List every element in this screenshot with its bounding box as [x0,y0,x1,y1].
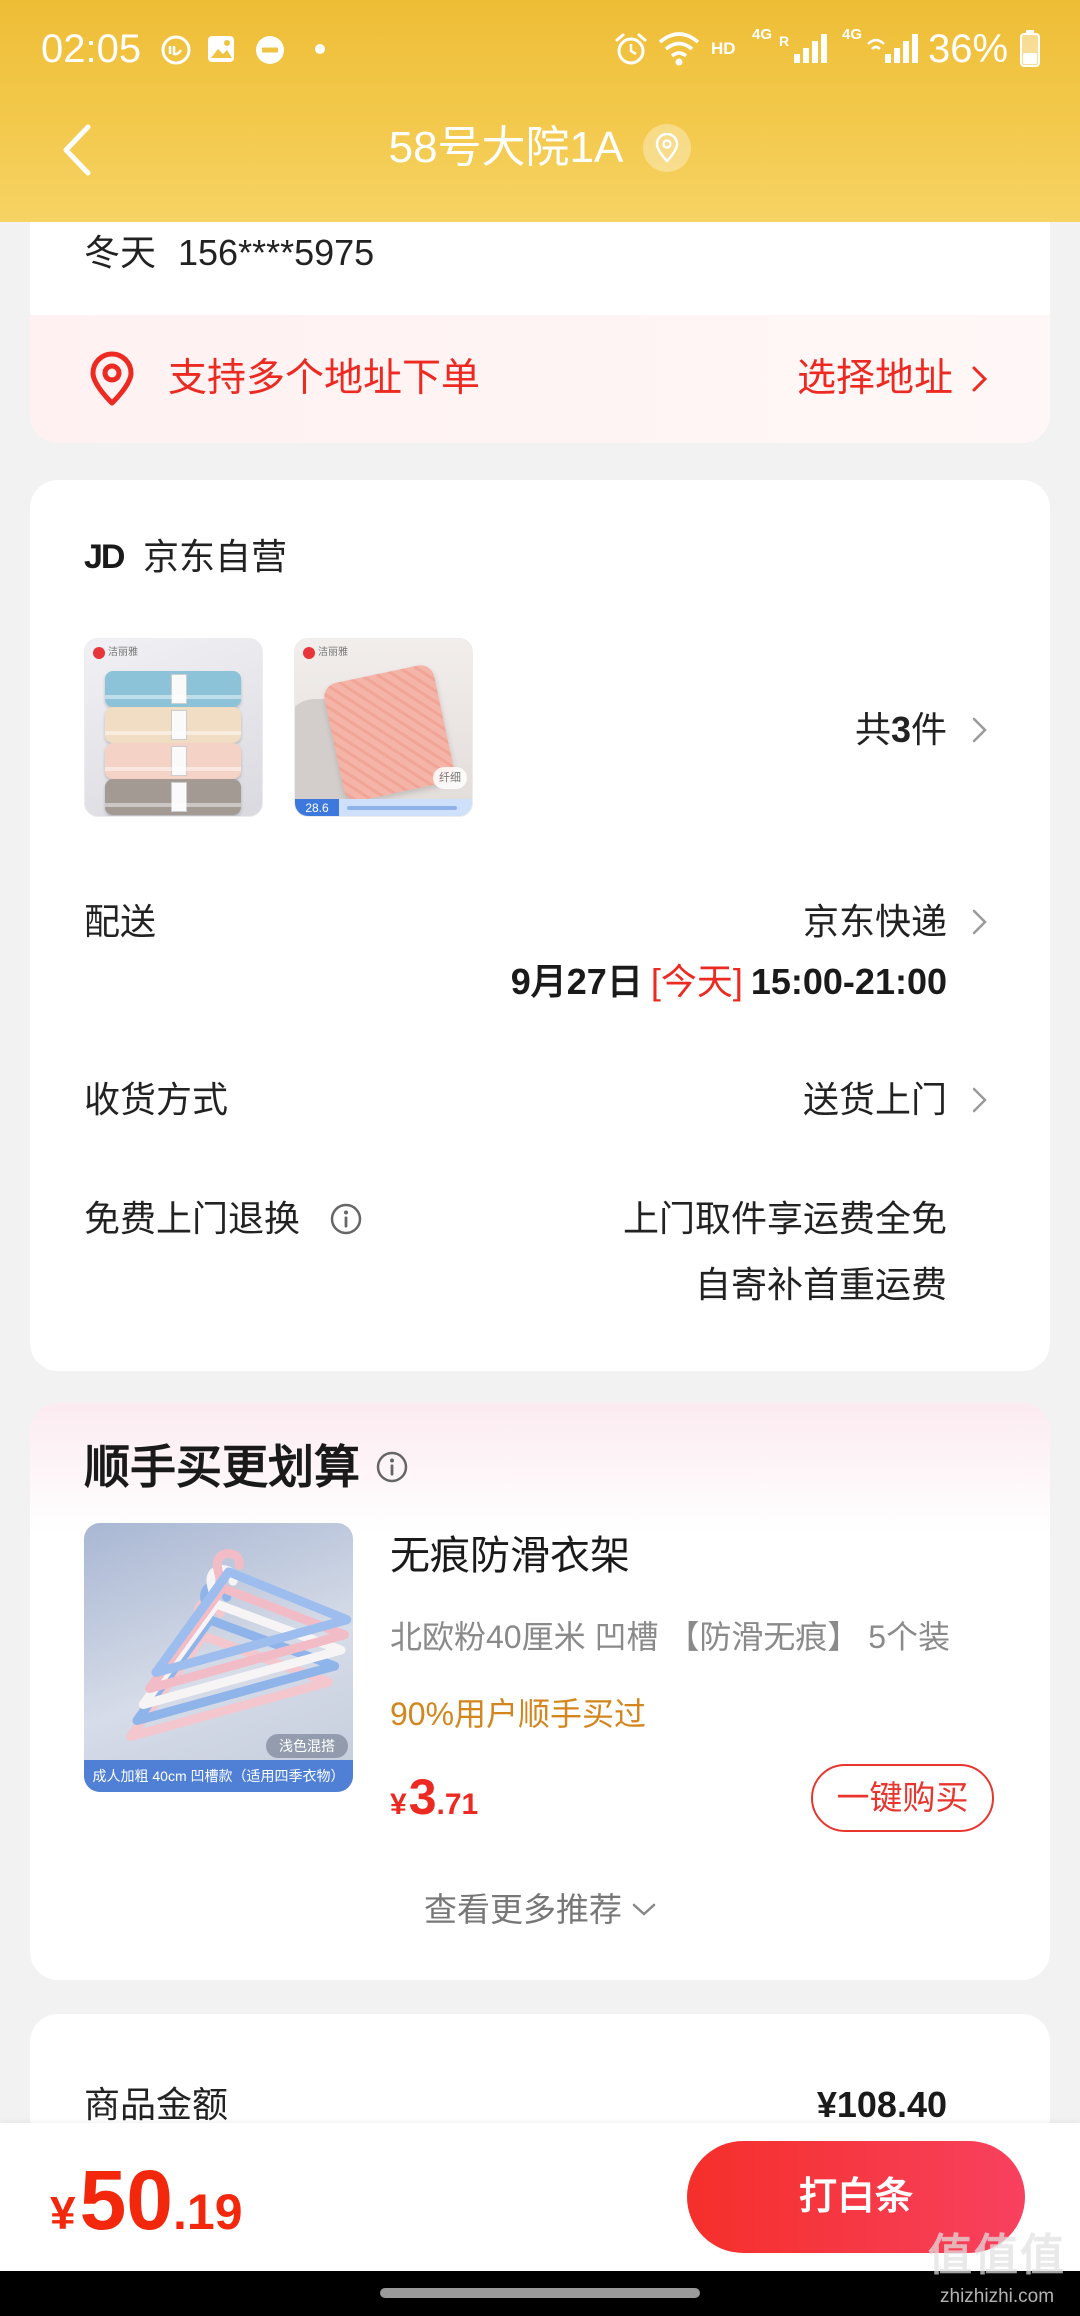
recommend-price: ¥3.71 [390,1769,479,1825]
brand-logo: 洁丽雅 [93,647,138,659]
wifi-icon [658,32,700,66]
signal-icon-2 [867,34,918,63]
hd-indicator: HD [711,39,736,58]
item-count[interactable]: 共3件 [855,705,947,755]
info-icon[interactable] [329,1202,363,1236]
signal-icon [794,34,827,63]
do-not-disturb-icon [256,36,284,64]
location-pin-icon [656,133,679,163]
recommend-product-image[interactable]: 浅色混搭 成人加粗 40cm 凹槽款（适用四季衣物） [84,1523,353,1792]
order-card: JD 京东自营 洁丽雅 洁丽雅 纤细 28.6 共3件 配送 京东快递 9月27… [30,480,1050,1371]
page-title: 58号大院1A [388,123,624,172]
delivery-label: 配送 [84,901,157,942]
recommend-card: 顺手买更划算 浅色混搭 成人加粗 40cm 凹槽款（适用四季衣物） 无痕防滑衣架… [30,1403,1050,1980]
watermark-site: zhizhizhi.com [940,2286,1055,2307]
chevron-right-icon[interactable] [971,907,989,937]
total-price: ¥50.19 [50,2153,243,2247]
contact-name: 冬天 [84,232,157,273]
select-address-link[interactable]: 选择地址 [797,351,953,407]
contact-phone: 156****5975 [178,232,375,273]
header-title-group[interactable]: 58号大院1A [0,118,1080,178]
receive-method-label: 收货方式 [84,1079,229,1120]
chevron-right-icon[interactable] [971,715,989,745]
free-return-line1: 上门取件享运费全免 [622,1198,947,1239]
top-bar: 02:05 HD 4G R 4G 36% 58号大院1A [0,0,1080,222]
notification-dot-icon [315,44,325,54]
multi-address-label: 支持多个地址下单 [168,357,481,400]
battery-percent: 36% [928,27,1009,71]
app-notification-icon [161,35,191,65]
recommend-title: 顺手买更划算 [84,1441,360,1493]
delivery-window: 15:00-21:00 [750,961,947,1002]
jd-logo: JD [84,538,125,576]
system-nav-bar [0,2271,1080,2316]
image-caption: 成人加粗 40cm 凹槽款（适用四季衣物） [84,1760,353,1792]
recommend-product-name[interactable]: 无痕防滑衣架 [390,1528,630,1584]
chevron-right-icon[interactable] [971,364,989,394]
today-tag: [今天] [650,961,743,1002]
chevron-down-icon [632,1903,656,1916]
home-indicator[interactable] [380,2288,700,2298]
chevron-right-icon[interactable] [971,1085,989,1115]
location-button[interactable] [643,124,692,172]
one-click-buy-button[interactable]: 一键购买 [811,1764,994,1832]
free-return-line2: 自寄补首重运费 [694,1264,947,1305]
watermark-mark: 值值值 [928,2231,1066,2280]
image-badge: 浅色混搭 [266,1734,348,1758]
shop-name: 京东自营 [143,536,288,577]
battery-icon [1020,30,1040,67]
alarm-icon [615,33,647,65]
product-price-tag: 28.6 [295,799,339,816]
brand-logo: 洁丽雅 [303,647,348,659]
see-more-recommendations[interactable]: 查看更多推荐 [30,1886,1050,1934]
recommend-product-spec[interactable]: 北欧粉40厘米 凹槽 【防滑无痕】 5个装 [390,1613,950,1661]
delivery-carrier[interactable]: 京东快递 [803,897,947,947]
delivery-date: 9月27日 [510,961,643,1002]
address-contact: 冬天 156****5975 [84,228,374,278]
multi-address-banner[interactable]: 支持多个地址下单 选择地址 [30,315,1050,443]
network-type-1: 4G [752,26,773,43]
info-icon[interactable] [375,1450,409,1484]
status-time: 02:05 [41,27,142,71]
free-return-label: 免费上门退换 [84,1198,301,1239]
product-badge: 纤细 [433,767,467,789]
product-thumbnail[interactable]: 洁丽雅 纤细 28.6 [294,638,473,817]
social-proof: 90%用户顺手买过 [390,1696,647,1732]
network-type-2: 4G [842,26,863,43]
gallery-icon [208,36,234,62]
receive-method-value[interactable]: 送货上门 [803,1075,947,1125]
delivery-time[interactable]: 9月27日 [今天] 15:00-21:00 [511,957,947,1007]
see-more-label: 查看更多推荐 [424,1891,622,1928]
product-thumbnail[interactable]: 洁丽雅 [84,638,263,817]
checkout-bar: ¥50.19 打白条 [0,2123,1080,2271]
roaming-indicator: R [779,33,790,49]
location-pin-icon [90,351,134,406]
